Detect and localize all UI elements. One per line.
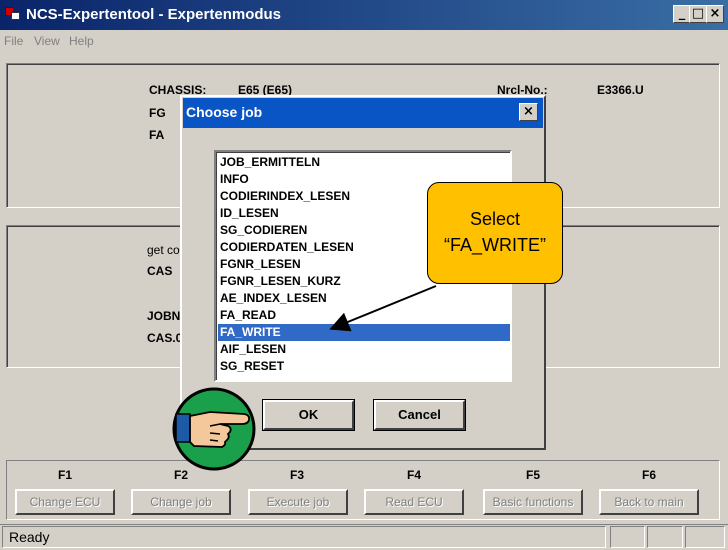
job-line-4: CAS.0 bbox=[147, 331, 183, 345]
status-bar: Ready bbox=[0, 524, 728, 550]
read-ecu-button[interactable]: Read ECU bbox=[364, 489, 464, 515]
dialog-title-bar: Choose job bbox=[183, 98, 543, 128]
ok-button[interactable]: OK bbox=[262, 399, 355, 431]
status-cell-2 bbox=[647, 526, 683, 548]
status-cell-3 bbox=[685, 526, 725, 548]
select-fa-write-callout: Select “FA_WRITE” bbox=[427, 182, 563, 284]
title-bar: NCS-Expertentool - Expertenmodus _ □ × bbox=[0, 0, 728, 30]
fkey-label-f4: F4 bbox=[406, 468, 421, 482]
app-icon bbox=[5, 7, 21, 21]
menu-help[interactable]: Help bbox=[69, 34, 94, 48]
job-item-fa-read[interactable]: FA_READ bbox=[218, 307, 510, 324]
status-cell-1 bbox=[610, 526, 645, 548]
job-line-3: JOBN bbox=[147, 309, 181, 323]
nrcl-value: E3366.U bbox=[597, 83, 644, 97]
close-button[interactable]: × bbox=[706, 5, 724, 23]
job-item-sg-reset[interactable]: SG_RESET bbox=[218, 358, 510, 375]
job-line-2: CAS bbox=[147, 264, 173, 278]
fkey-label-f3: F3 bbox=[289, 468, 304, 482]
status-text: Ready bbox=[2, 526, 606, 548]
fkey-label-f6: F6 bbox=[641, 468, 656, 482]
job-item-fa-write[interactable]: FA_WRITE bbox=[218, 324, 510, 341]
job-item-aif-lesen[interactable]: AIF_LESEN bbox=[218, 341, 510, 358]
fkey-label-f5: F5 bbox=[525, 468, 540, 482]
window-title: NCS-Expertentool - Expertenmodus bbox=[26, 6, 282, 23]
job-item-ae-index-lesen[interactable]: AE_INDEX_LESEN bbox=[218, 290, 510, 307]
job-item-job-ermitteln[interactable]: JOB_ERMITTELN bbox=[218, 154, 510, 171]
dialog-close-button[interactable]: × bbox=[519, 103, 538, 121]
fa-label: FA bbox=[149, 128, 165, 142]
callout-line-2: “FA_WRITE” bbox=[444, 235, 546, 255]
execute-job-button[interactable]: Execute job bbox=[248, 489, 348, 515]
cancel-button[interactable]: Cancel bbox=[373, 399, 466, 431]
pointing-hand-icon bbox=[172, 387, 256, 471]
callout-line-1: Select bbox=[469, 209, 521, 229]
job-line-1: get co bbox=[147, 243, 180, 257]
menu-file[interactable]: File bbox=[4, 34, 23, 48]
change-job-button[interactable]: Change job bbox=[131, 489, 231, 515]
fkey-label-f1: F1 bbox=[57, 468, 72, 482]
back-to-main-button[interactable]: Back to main bbox=[599, 489, 699, 515]
fg-label: FG bbox=[149, 106, 166, 120]
maximize-button[interactable]: □ bbox=[689, 5, 707, 23]
basic-functions-button[interactable]: Basic functions bbox=[483, 489, 583, 515]
dialog-title: Choose job bbox=[186, 104, 263, 120]
menu-view[interactable]: View bbox=[34, 34, 60, 48]
change-ecu-button[interactable]: Change ECU bbox=[15, 489, 115, 515]
menu-bar: File View Help bbox=[0, 30, 728, 52]
